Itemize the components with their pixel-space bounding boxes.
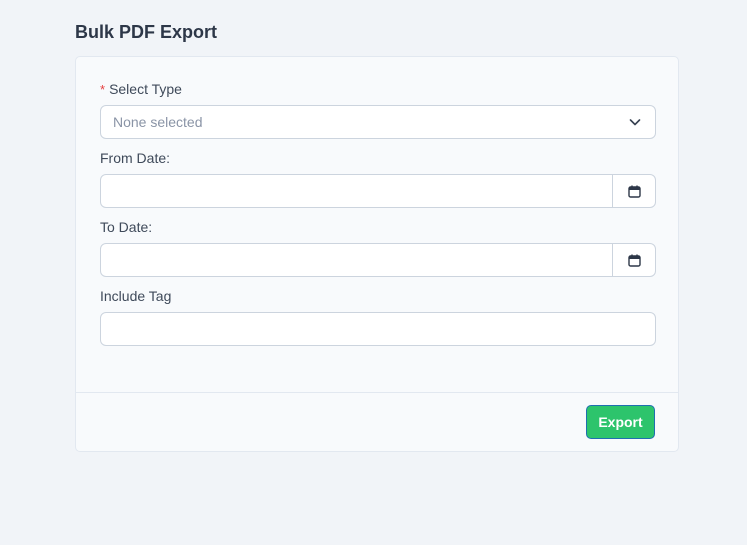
export-form: * Select Type None selected From Date: T… bbox=[100, 81, 659, 357]
from-date-input[interactable] bbox=[101, 175, 617, 209]
chevron-down-icon bbox=[629, 119, 641, 126]
from-date-field: From Date: bbox=[100, 150, 656, 209]
from-date-picker-button[interactable] bbox=[612, 175, 655, 207]
export-card: * Select Type None selected From Date: T… bbox=[75, 56, 679, 452]
to-date-field: To Date: bbox=[100, 219, 656, 278]
include-tag-input[interactable] bbox=[101, 313, 659, 347]
from-date-group bbox=[100, 174, 656, 209]
to-date-picker-button[interactable] bbox=[612, 244, 655, 276]
page-title: Bulk PDF Export bbox=[75, 22, 218, 42]
card-footer: Export bbox=[76, 392, 678, 451]
select-type-dropdown[interactable]: None selected bbox=[100, 105, 656, 139]
include-tag-label: Include Tag bbox=[100, 288, 172, 304]
to-date-label: To Date: bbox=[100, 219, 153, 235]
select-type-label-text: Select Type bbox=[109, 81, 182, 97]
export-button[interactable]: Export bbox=[586, 405, 655, 439]
select-type-field: * Select Type None selected bbox=[100, 81, 656, 139]
include-tag-field: Include Tag bbox=[100, 288, 659, 347]
include-tag-group bbox=[100, 312, 659, 347]
to-date-group bbox=[100, 243, 656, 278]
from-date-label: From Date: bbox=[100, 150, 171, 166]
select-type-label: * Select Type bbox=[100, 81, 656, 98]
required-indicator: * bbox=[100, 82, 106, 97]
select-type-value: None selected bbox=[113, 114, 203, 130]
calendar-icon bbox=[627, 185, 641, 198]
to-date-input[interactable] bbox=[101, 244, 617, 278]
calendar-icon bbox=[627, 254, 641, 267]
